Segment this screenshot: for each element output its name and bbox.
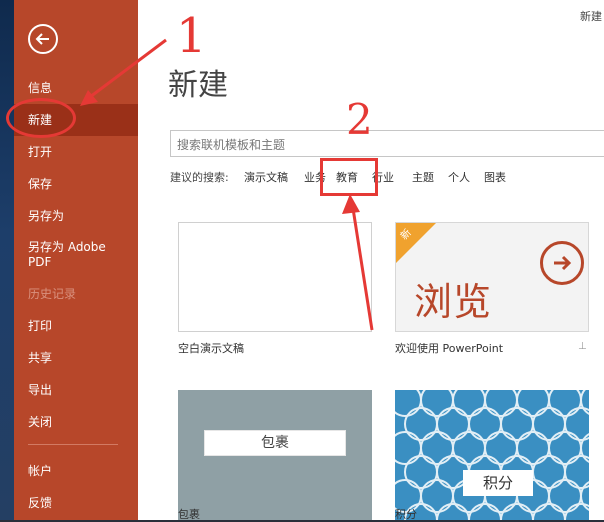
backstage-main: 新建 新建 建议的搜索: 演示文稿 业务 教育 行业 主题 个人 图表 空白演示… bbox=[138, 0, 604, 521]
sidebar-item-new[interactable]: 新建 bbox=[14, 104, 138, 136]
suggest-link-education[interactable]: 教育 bbox=[336, 169, 358, 185]
welcome-tile-text: 浏览 bbox=[414, 280, 493, 324]
suggested-searches-label: 建议的搜索: bbox=[170, 171, 229, 184]
sidebar-item-info[interactable]: 信息 bbox=[14, 72, 138, 104]
pin-icon[interactable]: ⊥ bbox=[578, 341, 587, 352]
template-caption: 欢迎使用 PowerPoint bbox=[395, 342, 504, 355]
sidebar-item-account[interactable]: 帐户 bbox=[14, 455, 138, 487]
window-title: 新建 bbox=[580, 10, 602, 23]
template-tile-label: 包裹 bbox=[204, 430, 346, 456]
template-caption: 空白演示文稿 bbox=[178, 342, 244, 355]
suggest-link-chart[interactable]: 图表 bbox=[484, 169, 506, 185]
suggest-link-business[interactable]: 业务 bbox=[304, 169, 326, 185]
sidebar-item-save[interactable]: 保存 bbox=[14, 168, 138, 200]
sidebar-item-open[interactable]: 打开 bbox=[14, 136, 138, 168]
back-button[interactable] bbox=[28, 24, 58, 54]
template-credit[interactable]: 积分 bbox=[395, 390, 589, 520]
backstage-sidebar: 信息 新建 打开 保存 另存为 另存为 Adobe PDF 历史记录 打印 共享… bbox=[14, 0, 138, 520]
search-box[interactable] bbox=[170, 130, 604, 158]
desktop-edge bbox=[0, 0, 14, 520]
template-welcome-powerpoint[interactable]: 新 浏览 bbox=[395, 222, 589, 332]
sidebar-item-close[interactable]: 关闭 bbox=[14, 406, 138, 438]
sidebar-item-print[interactable]: 打印 bbox=[14, 310, 138, 342]
sidebar-item-share[interactable]: 共享 bbox=[14, 342, 138, 374]
suggest-link-industry[interactable]: 行业 bbox=[372, 169, 394, 185]
sidebar-divider bbox=[28, 444, 118, 445]
sidebar-item-history: 历史记录 bbox=[28, 287, 77, 301]
template-blank-presentation[interactable] bbox=[178, 222, 372, 332]
template-tile-label: 积分 bbox=[463, 470, 533, 496]
suggest-link-theme[interactable]: 主题 bbox=[412, 169, 434, 185]
arrow-left-icon bbox=[35, 33, 49, 45]
suggest-link-personal[interactable]: 个人 bbox=[448, 169, 470, 185]
suggest-link-presentation[interactable]: 演示文稿 bbox=[244, 169, 288, 185]
circle-pattern bbox=[395, 390, 589, 520]
sidebar-item-export[interactable]: 导出 bbox=[14, 374, 138, 406]
template-package[interactable]: 包裹 bbox=[178, 390, 372, 520]
page-title: 新建 bbox=[168, 68, 228, 103]
search-input[interactable] bbox=[171, 131, 604, 158]
sidebar-item-save-as[interactable]: 另存为 bbox=[14, 200, 138, 232]
sidebar-item-save-as-pdf[interactable]: 另存为 Adobe PDF bbox=[14, 238, 124, 272]
arrow-right-circle-icon bbox=[540, 241, 584, 285]
sidebar-item-feedback[interactable]: 反馈 bbox=[14, 487, 138, 519]
